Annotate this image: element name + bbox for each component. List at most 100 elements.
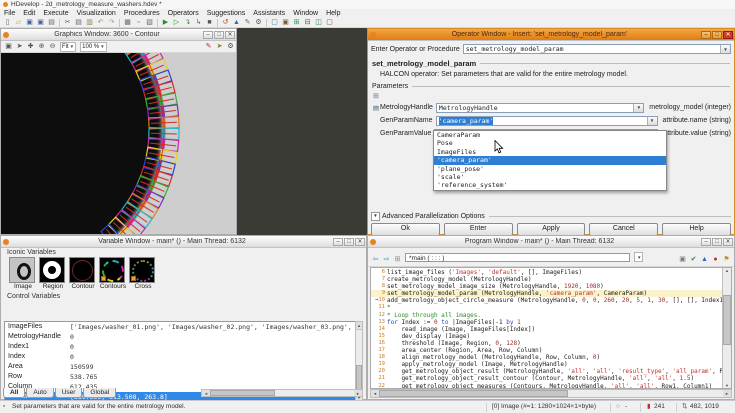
close-button[interactable]: ✕ — [723, 238, 733, 246]
close-button[interactable]: ✕ — [225, 31, 235, 39]
variable-tab-auto[interactable]: Auto — [26, 388, 53, 398]
open-variable-window-icon[interactable]: ▣ — [280, 18, 291, 27]
code-vscrollbar[interactable]: ▲ ▼ — [722, 268, 731, 388]
dropdown-item-6[interactable]: 'reference_system' — [434, 181, 666, 189]
variable-tab-global[interactable]: Global — [83, 388, 116, 398]
iconic-variable-contour[interactable]: Contour — [69, 257, 97, 290]
iconic-variable-region[interactable]: Region — [39, 257, 67, 290]
duplicate-icon[interactable]: ▫ — [133, 18, 144, 27]
graphics-window-titlebar[interactable]: Graphics Window: 3600 - Contour – □ ✕ — [1, 29, 236, 41]
iconic-variable-contours[interactable]: Contours — [99, 257, 127, 290]
maximize-button[interactable]: □ — [214, 31, 224, 39]
dropdown-item-1[interactable]: Pose — [434, 139, 666, 147]
variable-window-titlebar[interactable]: Variable Window - main* () - Main Thread… — [1, 236, 366, 248]
save-all-icon[interactable]: ▣ — [35, 18, 46, 27]
menu-item-suggestions[interactable]: Suggestions — [203, 9, 250, 18]
arrange-windows-icon[interactable]: ◫ — [313, 18, 324, 27]
profile-icon[interactable]: ▲ — [699, 255, 710, 264]
code-line-6[interactable]: 6list_image_files ('Images', 'default', … — [371, 269, 722, 276]
code-line-21[interactable]: 21 get_metrology_object_result_contour (… — [371, 375, 722, 382]
variable-row-index[interactable]: Index0 — [5, 352, 355, 362]
maximize-button[interactable]: □ — [712, 238, 722, 246]
new-program-icon[interactable]: ▯ — [2, 18, 13, 27]
advanced-options-label[interactable]: Advanced Parallelization Options — [382, 213, 485, 220]
variable-tab-user[interactable]: User — [55, 388, 83, 398]
scroll-left-icon[interactable]: ◄ — [371, 390, 379, 397]
param-combo-metrologyhandle[interactable]: MetrologyHandle▼ — [436, 103, 644, 113]
open-graphics-window-icon[interactable]: ▢ — [269, 18, 280, 27]
roi-tool-icon[interactable]: ▣ — [3, 42, 14, 51]
menu-item-procedures[interactable]: Procedures — [120, 9, 164, 18]
open-program-window-icon[interactable]: ⊟ — [302, 18, 313, 27]
open-operator-window-icon[interactable]: ⊞ — [291, 18, 302, 27]
variable-tab-all[interactable]: All — [3, 388, 25, 398]
code-line-15[interactable]: 15 dev_display (Image) — [371, 333, 722, 340]
close-button[interactable]: ✕ — [723, 31, 733, 39]
draw-tool-icon[interactable]: ✎ — [203, 42, 214, 51]
fit-zoom-combo[interactable]: Fit ▼ — [60, 42, 76, 52]
graphics-canvas[interactable] — [1, 53, 236, 234]
variable-row-index1[interactable]: Index10 — [5, 342, 355, 352]
code-line-8[interactable]: 8set_metrology_model_image_size (Metrolo… — [371, 283, 722, 290]
menu-item-edit[interactable]: Edit — [19, 9, 39, 18]
code-line-9[interactable]: 9set_metrology_model_param (MetrologyHan… — [371, 290, 722, 297]
variable-row-row[interactable]: Row538.765 — [5, 372, 355, 382]
menu-item-file[interactable]: File — [0, 9, 19, 18]
menu-item-visualization[interactable]: Visualization — [73, 9, 120, 18]
code-editor[interactable]: 6list_image_files ('Images', 'default', … — [370, 267, 732, 389]
iconic-variable-image[interactable]: Image — [9, 257, 37, 290]
collapse-arrow-icon[interactable]: ▼ — [371, 212, 380, 221]
code-line-7[interactable]: 7create_metrology_model (MetrologyHandle… — [371, 276, 722, 283]
minimize-button[interactable]: – — [701, 238, 711, 246]
minimize-button[interactable]: – — [203, 31, 213, 39]
code-line-13[interactable]: 13for Index := 0 to |ImageFiles|-1 by 1 — [371, 319, 722, 326]
save-icon[interactable]: ▣ — [677, 255, 688, 264]
run-icon[interactable]: ▶ — [160, 18, 171, 27]
zoom-percent-combo[interactable]: 100 % ▼ — [80, 42, 106, 52]
scroll-down-icon[interactable]: ▼ — [723, 383, 731, 388]
step-over-icon[interactable]: ▷ — [171, 18, 182, 27]
zoom-out-icon[interactable]: ⊖ — [47, 42, 58, 51]
param-value-metrologyhandle[interactable]: MetrologyHandle — [437, 104, 633, 112]
scroll-left-icon[interactable]: ◄ — [202, 390, 210, 396]
cut-icon[interactable]: ✂ — [62, 18, 73, 27]
code-line-18[interactable]: 18 align_metrology_model (MetrologyHandl… — [371, 354, 722, 361]
menu-item-execute[interactable]: Execute — [39, 9, 72, 18]
breakpoint-icon[interactable]: ● — [710, 255, 721, 264]
variable-row-area[interactable]: Area150599 — [5, 362, 355, 372]
code-line-20[interactable]: 20 get_metrology_object_result (Metrolog… — [371, 368, 722, 375]
settings-icon[interactable]: ⚙ — [253, 18, 264, 27]
export-icon[interactable]: ▤ — [46, 18, 57, 27]
navigate-forward-icon[interactable]: ⇨ — [381, 255, 392, 264]
dropdown-item-3[interactable]: 'camera_param' — [434, 156, 666, 164]
set-params-icon[interactable]: ➤ — [214, 42, 225, 51]
copy-icon[interactable]: ▤ — [73, 18, 84, 27]
code-hscrollbar[interactable]: ◄ ► — [370, 389, 732, 398]
code-line-16[interactable]: 16 threshold (Image, Region, 0, 128) — [371, 340, 722, 347]
chevron-down-icon[interactable]: ▼ — [647, 117, 657, 125]
menu-item-window[interactable]: Window — [289, 9, 322, 18]
code-line-11[interactable]: 11* — [371, 304, 722, 311]
variable-row-metrologyhandle[interactable]: MetrologyHandle0 — [5, 332, 355, 342]
maximize-button[interactable]: □ — [344, 238, 354, 246]
navigate-back-icon[interactable]: ⇦ — [370, 255, 381, 264]
chevron-down-icon[interactable]: ▼ — [720, 45, 730, 53]
open-procedure-icon[interactable]: ⊞ — [392, 255, 403, 264]
scroll-up-icon[interactable]: ▲ — [356, 322, 362, 330]
scroll-right-icon[interactable]: ► — [723, 390, 731, 397]
minimize-button[interactable]: – — [333, 238, 343, 246]
code-line-19[interactable]: 19 apply_metrology_model (Image, Metrolo… — [371, 361, 722, 368]
menu-item-operators[interactable]: Operators — [164, 9, 203, 18]
redo-icon[interactable]: ↷ — [106, 18, 117, 27]
open-program-icon[interactable]: ▱ — [13, 18, 24, 27]
graphics-settings-icon[interactable]: ⚙ — [225, 42, 236, 51]
operator-window-titlebar[interactable]: Operator Window - Insert: 'set_metrology… — [368, 29, 734, 41]
screenshot-icon[interactable]: ▧ — [144, 18, 155, 27]
undo-icon[interactable]: ↶ — [95, 18, 106, 27]
code-line-14[interactable]: 14 read_image (Image, ImageFiles[Index]) — [371, 326, 722, 333]
reset-program-icon[interactable]: ↺ — [220, 18, 231, 27]
chevron-down-icon[interactable]: ▼ — [633, 104, 643, 112]
stop-icon[interactable]: ■ — [204, 18, 215, 27]
code-line-10[interactable]: →10add_metrology_object_circle_measure (… — [371, 297, 722, 304]
profiler-icon[interactable]: ▲ — [231, 18, 242, 27]
